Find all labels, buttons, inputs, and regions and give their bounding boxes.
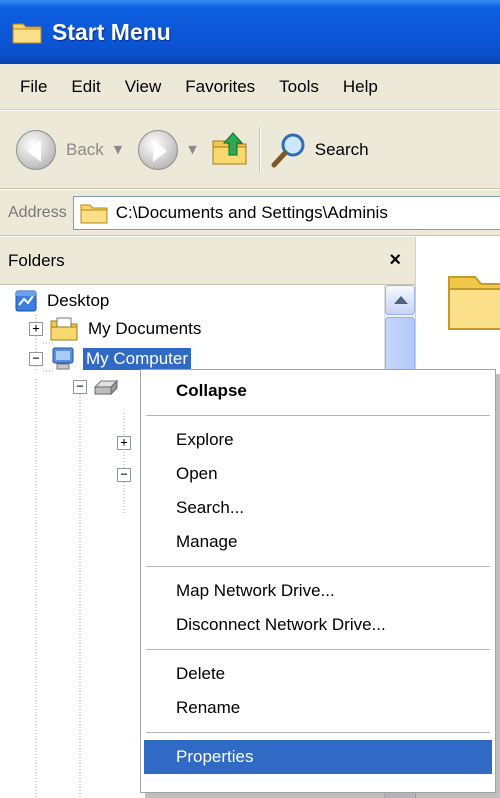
- menu-tools[interactable]: Tools: [267, 77, 331, 97]
- window-title: Start Menu: [52, 18, 171, 45]
- tree-label: My Documents: [88, 319, 202, 338]
- menu-separator: [146, 566, 490, 567]
- menu-help[interactable]: Help: [331, 77, 390, 97]
- menu-bar: File Edit View Favorites Tools Help: [0, 64, 500, 110]
- tree-label: Desktop: [47, 291, 110, 310]
- collapse-icon[interactable]: −: [117, 468, 131, 482]
- up-folder-icon: [212, 131, 247, 164]
- toolbar: Back ▼ ▼ Search: [0, 111, 500, 189]
- back-label: Back: [66, 139, 104, 159]
- menu-item-map-network-drive[interactable]: Map Network Drive...: [144, 574, 492, 608]
- back-button[interactable]: Back ▼: [16, 125, 122, 175]
- address-label: Address: [8, 203, 67, 221]
- menu-item-collapse[interactable]: Collapse: [144, 374, 492, 408]
- my-documents-icon: [50, 317, 78, 341]
- menu-item-disconnect-network-drive[interactable]: Disconnect Network Drive...: [144, 608, 492, 642]
- address-input[interactable]: C:\Documents and Settings\Adminis: [72, 195, 500, 230]
- back-dropdown-icon[interactable]: ▼: [114, 143, 122, 156]
- menu-item-manage[interactable]: Manage: [144, 525, 492, 559]
- menu-edit[interactable]: Edit: [59, 77, 112, 97]
- scroll-up-icon[interactable]: [385, 285, 415, 315]
- collapse-icon[interactable]: −: [73, 380, 87, 394]
- menu-item-properties[interactable]: Properties: [144, 740, 492, 774]
- folder-icon: [80, 202, 108, 224]
- menu-separator: [146, 649, 490, 650]
- my-computer-icon: [52, 347, 74, 370]
- title-bar[interactable]: Start Menu: [0, 0, 500, 64]
- drive-icon: [93, 379, 119, 396]
- tree-item-subfolder[interactable]: +: [117, 428, 137, 458]
- folder-icon: [12, 19, 42, 45]
- desktop-icon: [15, 290, 37, 312]
- tree-item-local-disk[interactable]: −: [73, 372, 121, 402]
- back-arrow-icon: [16, 129, 56, 170]
- search-label: Search: [314, 139, 369, 159]
- folders-header: Folders ×: [0, 237, 415, 285]
- menu-item-open[interactable]: Open: [144, 457, 492, 491]
- address-path: C:\Documents and Settings\Adminis: [115, 202, 388, 222]
- menu-separator: [146, 732, 490, 733]
- search-icon: [271, 133, 305, 167]
- address-bar: Address C:\Documents and Settings\Admini…: [0, 190, 500, 236]
- tree-item-desktop[interactable]: Desktop: [14, 286, 112, 316]
- tree-item-subfolder[interactable]: −: [117, 460, 137, 490]
- forward-arrow-icon: [138, 129, 179, 170]
- up-folder-button[interactable]: [211, 129, 249, 171]
- expand-icon[interactable]: +: [117, 436, 131, 450]
- menu-view[interactable]: View: [113, 77, 174, 97]
- tree-label: My Computer: [83, 348, 192, 370]
- menu-favorites[interactable]: Favorites: [173, 77, 267, 97]
- expand-icon[interactable]: +: [29, 322, 43, 336]
- collapse-icon[interactable]: −: [29, 352, 43, 366]
- forward-dropdown-icon[interactable]: ▼: [188, 143, 196, 156]
- menu-separator: [146, 415, 490, 416]
- tree-item-my-documents[interactable]: + My Documents: [29, 314, 204, 344]
- forward-button[interactable]: ▼: [138, 125, 197, 175]
- menu-file[interactable]: File: [8, 77, 59, 97]
- folders-title: Folders: [8, 250, 65, 270]
- search-button[interactable]: Search: [271, 132, 369, 168]
- toolbar-separator: [258, 126, 261, 173]
- menu-item-rename[interactable]: Rename: [144, 691, 492, 725]
- folder-icon[interactable]: [445, 263, 500, 333]
- context-menu: Collapse Explore Open Search... Manage M…: [140, 369, 496, 793]
- close-folders-icon[interactable]: ×: [389, 249, 401, 272]
- menu-item-search[interactable]: Search...: [144, 491, 492, 525]
- menu-item-delete[interactable]: Delete: [144, 657, 492, 691]
- menu-item-explore[interactable]: Explore: [144, 423, 492, 457]
